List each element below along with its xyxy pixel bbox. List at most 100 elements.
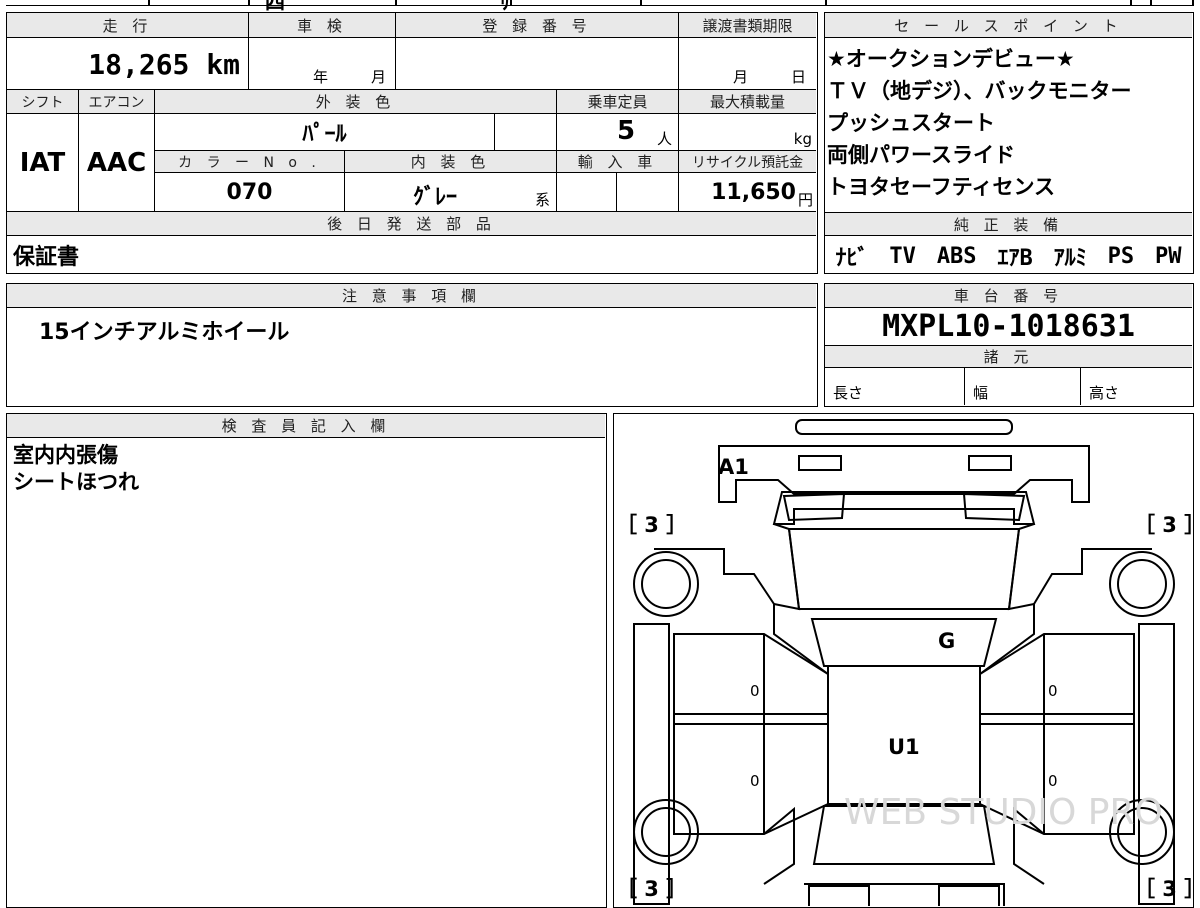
top-strip: 四 ﾘ: [0, 0, 1200, 14]
mileage-cell: 18,265 km: [7, 38, 249, 90]
transfer-deadline-cell: 月 日: [679, 38, 816, 90]
later-parts-value: 保証書: [13, 245, 80, 270]
capacity-header: 乗車定員: [557, 90, 679, 114]
a-pillar-right: [1007, 523, 1035, 611]
wheel-rear-left-rim: [641, 807, 691, 857]
import-cell-a: [557, 173, 617, 212]
sales-point-line: トヨタセーフティセンス: [827, 175, 1056, 199]
left-rear-quarter: [763, 806, 795, 885]
left-doors: [673, 633, 829, 835]
mileage-value: 18,265: [88, 48, 190, 81]
sales-point-line: ★オークションデビュー★: [827, 47, 1075, 71]
capacity-cell: 5 人: [557, 114, 679, 151]
spec-width-cell: 幅: [965, 368, 1081, 405]
ac-header: エアコン: [79, 90, 155, 114]
spec-height-cell: 高さ: [1081, 368, 1192, 405]
equipment-item: PW: [1155, 243, 1182, 269]
door-rear-left-zero: 0: [750, 772, 760, 790]
equipment-item: TV: [889, 243, 916, 269]
equipment-header: 純 正 装 備: [825, 212, 1192, 236]
shift-value: IAT: [7, 114, 79, 212]
interior-color-value: ｸﾞﾚｰ: [413, 185, 458, 210]
tire-depth-front-right: ［ 3 ］: [1134, 513, 1192, 537]
wheel-front-right-rim: [1117, 559, 1167, 609]
notes-header: 注 意 事 項 欄: [7, 284, 816, 308]
notes-panel: 注 意 事 項 欄 15インチアルミホイール: [6, 283, 818, 407]
equipment-item: ｱﾙﾐ: [1053, 246, 1087, 271]
watermark-text: WEB STUDIO PRO: [844, 792, 1163, 833]
equipment-item: ABS: [936, 243, 977, 269]
max-load-unit: kg: [793, 130, 812, 148]
inspector-notes: 室内内張傷 シートほつれ: [13, 442, 139, 496]
car-outline-drawing: WEB STUDIO PRO A1 G U1 ［ 3 ］ ［ 3 ］ ［ 3 ］…: [616, 419, 1193, 907]
equipment-item: ﾅﾋﾞ: [835, 246, 869, 271]
mileage-unit: km: [206, 48, 240, 81]
inspector-line: シートほつれ: [13, 470, 139, 494]
later-parts-header: 後 日 発 送 部 品: [7, 212, 816, 236]
exterior-color-extra-cell: [495, 114, 557, 151]
sales-points-list: ★オークションデビュー★ ＴＶ（地デジ）、バックモニター プッシュスタート 両側…: [827, 43, 1132, 203]
color-number-header: カ ラ ー N o .: [155, 151, 345, 173]
recycle-unit: 円: [797, 191, 813, 209]
capacity-value: 5: [617, 116, 636, 146]
chassis-panel: 車 台 番 号 MXPL10-1018631 諸 元 長さ 幅 高さ: [824, 283, 1194, 407]
shaken-header: 車 検: [249, 13, 396, 38]
ac-value: AAC: [79, 114, 155, 212]
tire-depth-rear-left: ［ 3 ］: [616, 877, 687, 901]
sales-point-line: ＴＶ（地デジ）、バックモニター: [827, 79, 1132, 103]
mark-roof: U1: [888, 735, 920, 759]
registration-header: 登 録 番 号: [396, 13, 679, 38]
import-cell-b: [617, 173, 679, 212]
capacity-unit: 人: [657, 130, 673, 148]
transfer-day: 日: [791, 68, 807, 86]
max-load-header: 最大積載量: [679, 90, 816, 114]
wheel-front-left: [633, 551, 699, 617]
wheel-front-left-rim: [641, 559, 691, 609]
door-rear-right-zero: 0: [1048, 772, 1058, 790]
shift-header: シフト: [7, 90, 79, 114]
interior-color-header: 内 装 色: [345, 151, 557, 173]
recycle-header: リサイクル預託金: [679, 151, 816, 173]
color-number-value: 070: [155, 173, 345, 212]
mileage-header: 走 行: [7, 13, 249, 38]
shaken-month: 月: [371, 68, 387, 86]
inspector-panel: 検 査 員 記 入 欄 室内内張傷 シートほつれ: [6, 413, 607, 908]
spec-width-label: 幅: [973, 384, 989, 402]
rear-light-right: [938, 885, 1000, 907]
chassis-number: MXPL10-1018631: [825, 308, 1192, 346]
rear-bumper: [804, 883, 1005, 906]
main-vehicle-table: 走 行 車 検 登 録 番 号 譲渡書類期限 18,265 km 年 月 月 日…: [6, 12, 818, 274]
door-front-right-zero: 0: [1048, 682, 1058, 700]
sales-points-header: セ ー ル ス ポ イ ン ト: [825, 13, 1192, 38]
recycle-cell: 11,650 円: [679, 173, 816, 212]
vehicle-damage-diagram: WEB STUDIO PRO A1 G U1 ［ 3 ］ ［ 3 ］ ［ 3 ］…: [613, 413, 1194, 908]
mark-front-bumper: A1: [718, 455, 749, 479]
sales-point-line: プッシュスタート: [827, 111, 995, 135]
spec-height-label: 高さ: [1089, 384, 1120, 402]
windshield: [787, 528, 1021, 610]
tire-depth-rear-right: ［ 3 ］: [1134, 877, 1192, 901]
wheel-rear-left: [633, 799, 699, 865]
rear-light-left: [808, 885, 870, 907]
front-bumper: [718, 445, 1090, 503]
import-header: 輸 入 車: [557, 151, 679, 173]
equipment-item: PS: [1107, 243, 1135, 269]
interior-color-cell: ｸﾞﾚｰ 系: [345, 173, 557, 212]
inspector-header: 検 査 員 記 入 欄: [7, 414, 605, 438]
max-load-cell: kg: [679, 114, 816, 151]
inspector-line: 室内内張傷: [13, 443, 118, 467]
registration-cell: [396, 38, 679, 90]
equipment-list: ﾅﾋﾞ TV ABS ｴｱB ｱﾙﾐ PS PW: [825, 239, 1192, 273]
a-pillar-left: [773, 523, 801, 611]
recycle-value: 11,650: [711, 180, 796, 205]
door-front-left-zero: 0: [750, 682, 760, 700]
wheel-front-right: [1109, 551, 1175, 617]
sales-point-line: 両側パワースライド: [827, 143, 1015, 167]
shaken-year: 年: [313, 68, 329, 86]
transfer-month: 月: [733, 68, 749, 86]
left-fender-line: [654, 548, 829, 675]
notes-text: 15インチアルミホイール: [39, 320, 290, 345]
roof-front: [810, 618, 998, 667]
chassis-header: 車 台 番 号: [825, 284, 1192, 308]
transfer-deadline-header: 譲渡書類期限: [679, 13, 816, 38]
